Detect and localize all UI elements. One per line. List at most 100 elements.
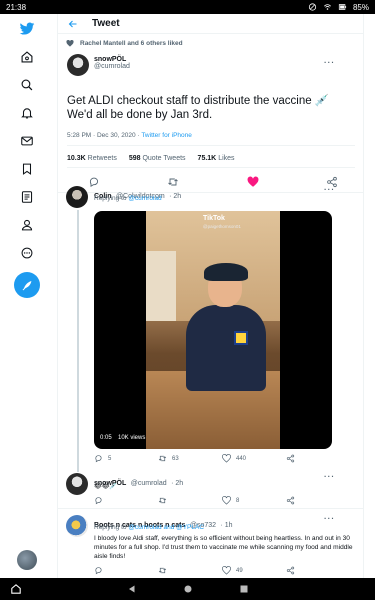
like-count: 440 [236, 455, 247, 462]
left-nav-rail [0, 14, 58, 578]
reply-more-icon[interactable]: ··· [324, 472, 335, 481]
messages-envelope-icon[interactable] [16, 130, 38, 152]
author-avatar[interactable] [67, 54, 89, 76]
share-action[interactable] [286, 496, 350, 505]
share-icon [286, 566, 295, 575]
reply-action[interactable] [94, 496, 158, 505]
reply-avatar[interactable] [66, 186, 88, 208]
reply-action-bar: 5 63 440 [94, 454, 350, 463]
wifi-icon [324, 4, 331, 10]
reply-age: · 2h [169, 193, 182, 200]
tiktok-video-player[interactable]: TikTok @paigethomson01 0:05 10K views [94, 211, 332, 449]
video-frame-cap [204, 263, 248, 281]
quotes-label: Quote Tweets [142, 155, 186, 162]
tweet-more-icon[interactable]: ··· [324, 58, 335, 67]
retweet-count: 63 [172, 455, 179, 462]
launcher-home-icon[interactable] [10, 583, 22, 595]
quotes-stat[interactable]: 598 Quote Tweets [129, 155, 186, 162]
more-options-icon[interactable] [16, 242, 38, 264]
reply-action[interactable]: 5 [94, 454, 158, 463]
compose-feather-icon [22, 280, 31, 290]
share-action[interactable] [286, 566, 350, 575]
reply-author-handle[interactable]: @cumrolad [131, 480, 167, 487]
likes-count: 75.1K [197, 155, 217, 162]
reply-icon [95, 455, 102, 463]
retweet-icon [158, 497, 167, 504]
divider [58, 508, 364, 509]
reply-icon [95, 567, 102, 575]
author-block[interactable]: snowPÖL @cumrolad [94, 56, 130, 70]
like-action[interactable]: 49 [222, 566, 286, 575]
engagement-stats: 10.3K Retweets 598 Quote Tweets 75.1K Li… [67, 155, 235, 162]
video-views: 10K views [118, 435, 146, 441]
retweet-action[interactable]: 63 [158, 454, 222, 463]
reply-action[interactable] [94, 566, 158, 575]
like-action[interactable]: 440 [222, 454, 286, 463]
battery-percent: 85% [352, 2, 369, 12]
reply-more-icon[interactable]: ··· [324, 185, 335, 194]
heart-icon [222, 496, 231, 505]
account-avatar[interactable] [17, 550, 37, 570]
lists-icon[interactable] [16, 186, 38, 208]
reply-avatar[interactable] [66, 473, 88, 495]
likes-stat[interactable]: 75.1K Likes [198, 155, 235, 162]
retweets-stat[interactable]: 10.3K Retweets [67, 155, 117, 162]
compose-tweet-button[interactable] [14, 272, 40, 298]
retweet-icon [158, 455, 167, 462]
retweets-count: 10.3K [67, 155, 86, 162]
tiktok-watermark-handle: @paigethomson01 [203, 224, 241, 229]
like-count: 8 [236, 497, 240, 504]
explore-search-icon[interactable] [16, 74, 38, 96]
video-frame: TikTok @paigethomson01 [146, 211, 280, 449]
tweet-meta: 5:28 PM · Dec 30, 2020 · Twitter for iPh… [67, 132, 192, 139]
video-frame-person [186, 263, 266, 391]
social-context[interactable]: Rachel Mantell and 6 others liked [66, 40, 183, 47]
system-navigation-bar [0, 578, 375, 600]
author-handle: @cumrolad [94, 63, 130, 70]
replying-to-link[interactable]: @cumrolad and @YPLAC [128, 524, 204, 531]
retweet-action[interactable] [158, 566, 222, 575]
nav-home-icon[interactable] [183, 584, 193, 594]
reply-age: · 2h [171, 480, 184, 487]
tweet-client-link[interactable]: Twitter for iPhone [141, 132, 192, 139]
replying-to: Replying to @cumrolad and @YPLAC [94, 524, 204, 531]
share-icon [286, 454, 295, 463]
like-heart-filled-icon[interactable] [247, 176, 259, 188]
retweet-icon [158, 567, 167, 574]
video-frame-logo [234, 331, 248, 345]
nav-back-icon[interactable] [127, 584, 137, 594]
tiktok-watermark: TikTok [203, 215, 225, 222]
nav-recents-icon[interactable] [239, 584, 249, 594]
tweet-timestamp[interactable]: 5:28 PM · Dec 30, 2020 · [67, 132, 141, 139]
heart-small-icon [66, 40, 74, 47]
divider [67, 145, 355, 146]
reply-action-bar: 8 [94, 496, 350, 505]
status-bar: 21:38 85% [0, 0, 375, 14]
back-arrow-icon[interactable] [68, 19, 78, 29]
home-icon[interactable] [16, 46, 38, 68]
share-action[interactable] [286, 454, 350, 463]
video-frame-jumper [186, 305, 266, 391]
reply-more-icon[interactable]: ··· [324, 514, 335, 523]
bookmarks-icon[interactable] [16, 158, 38, 180]
notifications-bell-icon[interactable] [16, 102, 38, 124]
like-action[interactable]: 8 [222, 496, 286, 505]
thread-connector-line [77, 210, 79, 472]
replying-to-prefix: Replying to [94, 195, 129, 202]
reply-age: · 1h [220, 522, 233, 529]
reply-avatar[interactable] [66, 515, 88, 537]
retweet-action[interactable] [158, 496, 222, 505]
share-icon [286, 496, 295, 505]
reply-action-bar: 49 [94, 566, 350, 575]
likes-label: Likes [218, 155, 235, 162]
heart-icon [222, 454, 231, 463]
reply-count: 5 [108, 455, 112, 462]
liked-by-text: Rachel Mantell and 6 others liked [80, 40, 183, 47]
replying-to: Replying to @cumrolad [94, 195, 162, 202]
author-name: snowPÖL [94, 56, 127, 63]
twitter-logo-icon[interactable] [16, 18, 38, 40]
page-header: Tweet [58, 14, 363, 34]
battery-icon [338, 4, 347, 10]
profile-icon[interactable] [16, 214, 38, 236]
replying-to-link[interactable]: @cumrolad [128, 195, 161, 202]
